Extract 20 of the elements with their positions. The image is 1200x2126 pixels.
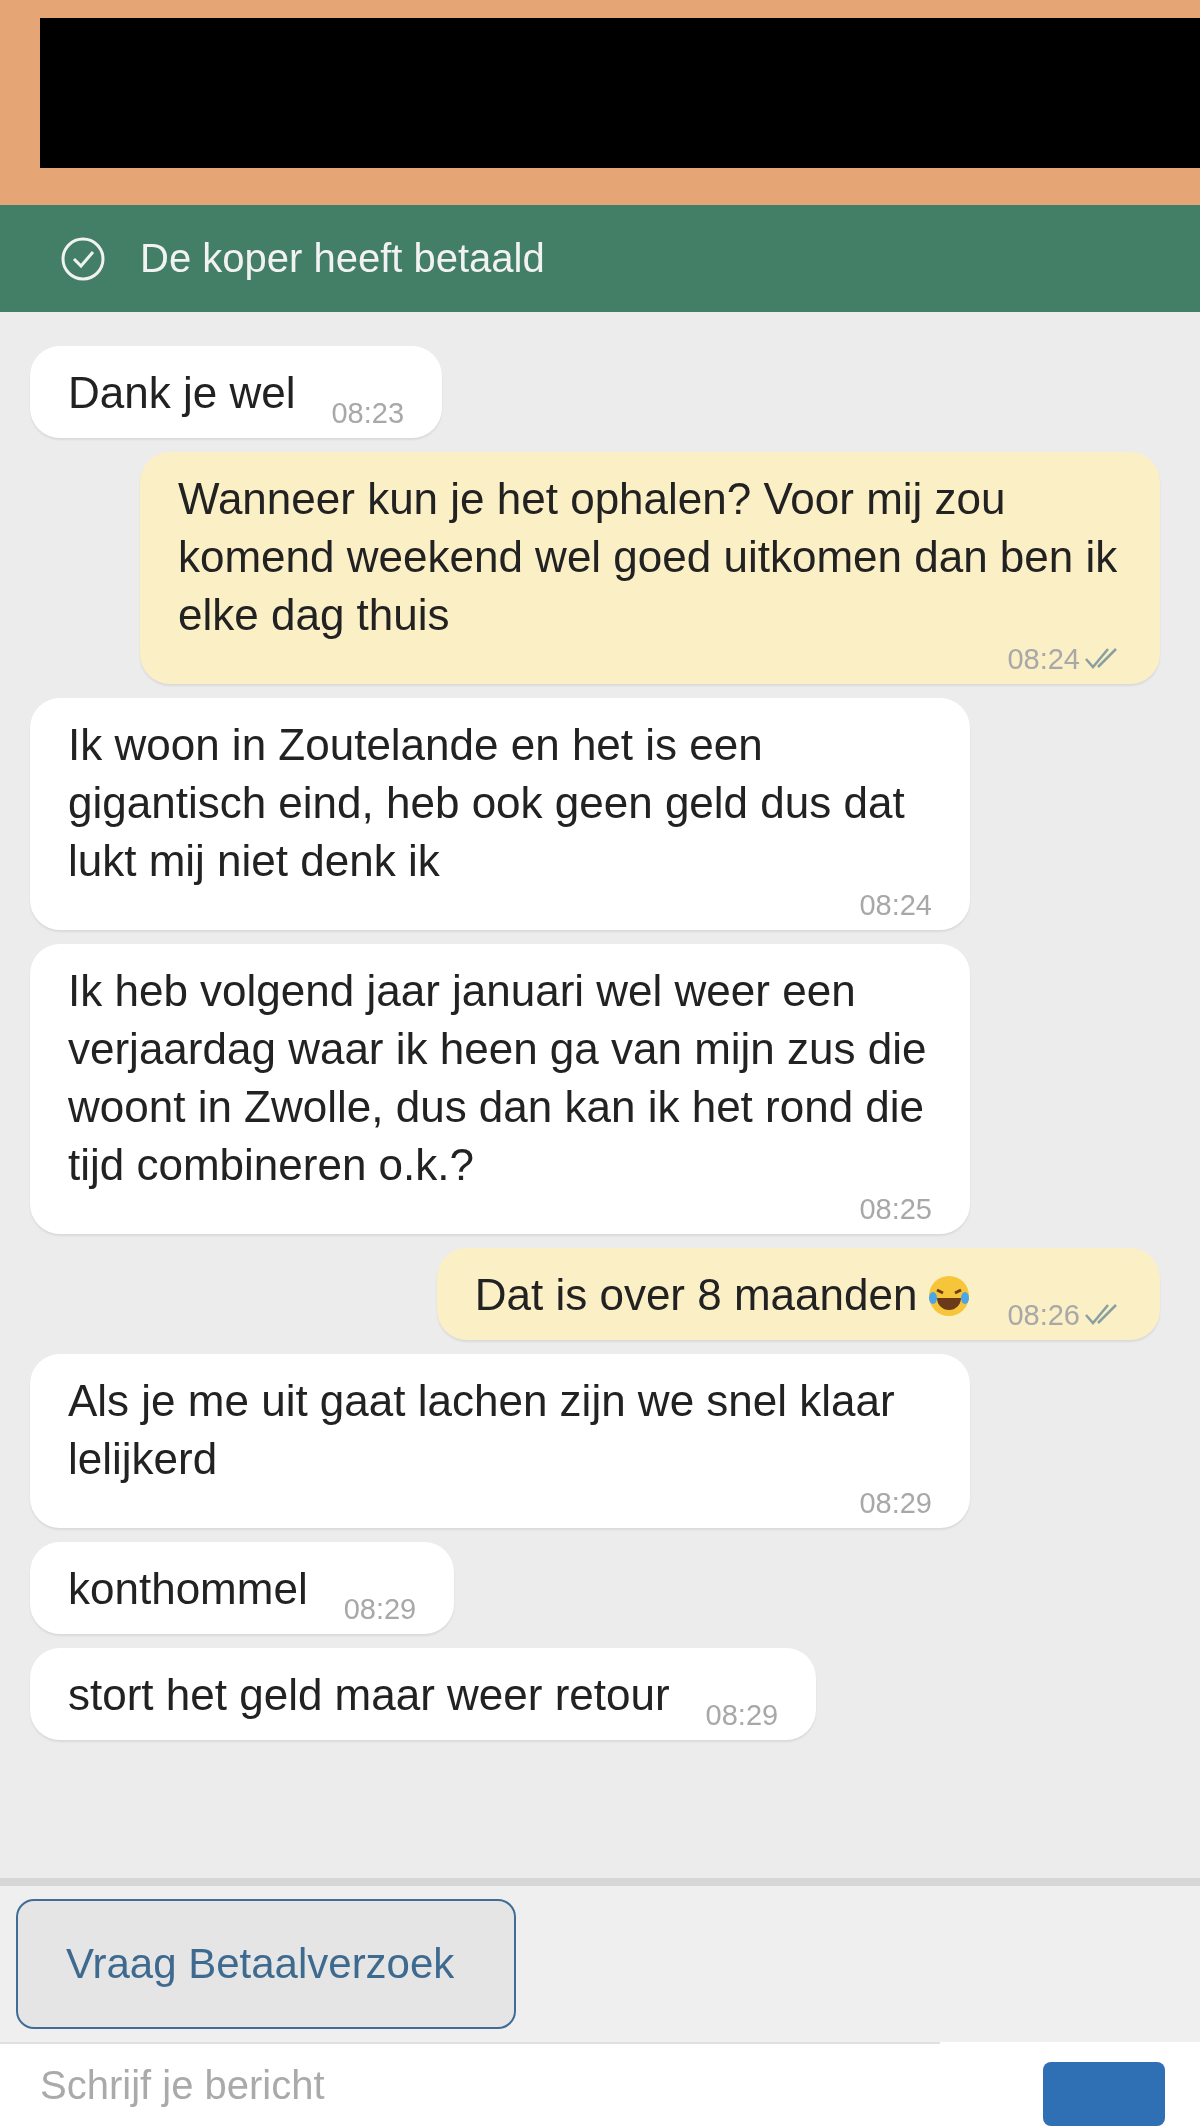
message-time: 08:25 — [859, 1194, 932, 1224]
message-time: 08:24 — [1007, 644, 1080, 674]
message-text: Dank je wel — [68, 367, 296, 419]
message-time: 08:29 — [705, 1700, 779, 1730]
payment-request-button[interactable]: Vraag Betaalverzoek — [16, 1899, 516, 2029]
message-time: 08:24 — [859, 890, 932, 920]
message-time: 08:29 — [343, 1594, 417, 1624]
banner-text: De koper heeft betaald — [140, 236, 545, 281]
message-text: Dat is over 8 maanden — [474, 1266, 972, 1324]
send-button[interactable] — [1043, 2062, 1165, 2126]
message-time: 08:29 — [859, 1488, 932, 1518]
laughing-emoji-icon — [927, 1274, 972, 1318]
message-text: konthommel — [68, 1563, 308, 1615]
message-time: 08:26 — [1007, 1300, 1080, 1330]
message-text: Ik woon in Zoutelande en het is een gigantisch eind, heb ook geen geld dus dat lukt mij niet denk ik — [68, 719, 906, 887]
message-text: Wanneer kun je het ophalen? Voor mij zou komend weekend wel goed uitkomen dan ben ik elke dag thuis — [178, 473, 1119, 641]
message-text: stort het geld maar weer retour — [68, 1669, 670, 1721]
message-time: 08:23 — [331, 398, 404, 428]
message-text: Als je me uit gaat lachen zijn we snel klaar lelijkerd — [68, 1375, 896, 1485]
message-text: Ik heb volgend jaar januari wel weer een verjaardag waar ik heen ga van mijn zus die woont in Zwolle, dus dan kan ik het rond die tijd combineren o.k.? — [68, 965, 928, 1191]
